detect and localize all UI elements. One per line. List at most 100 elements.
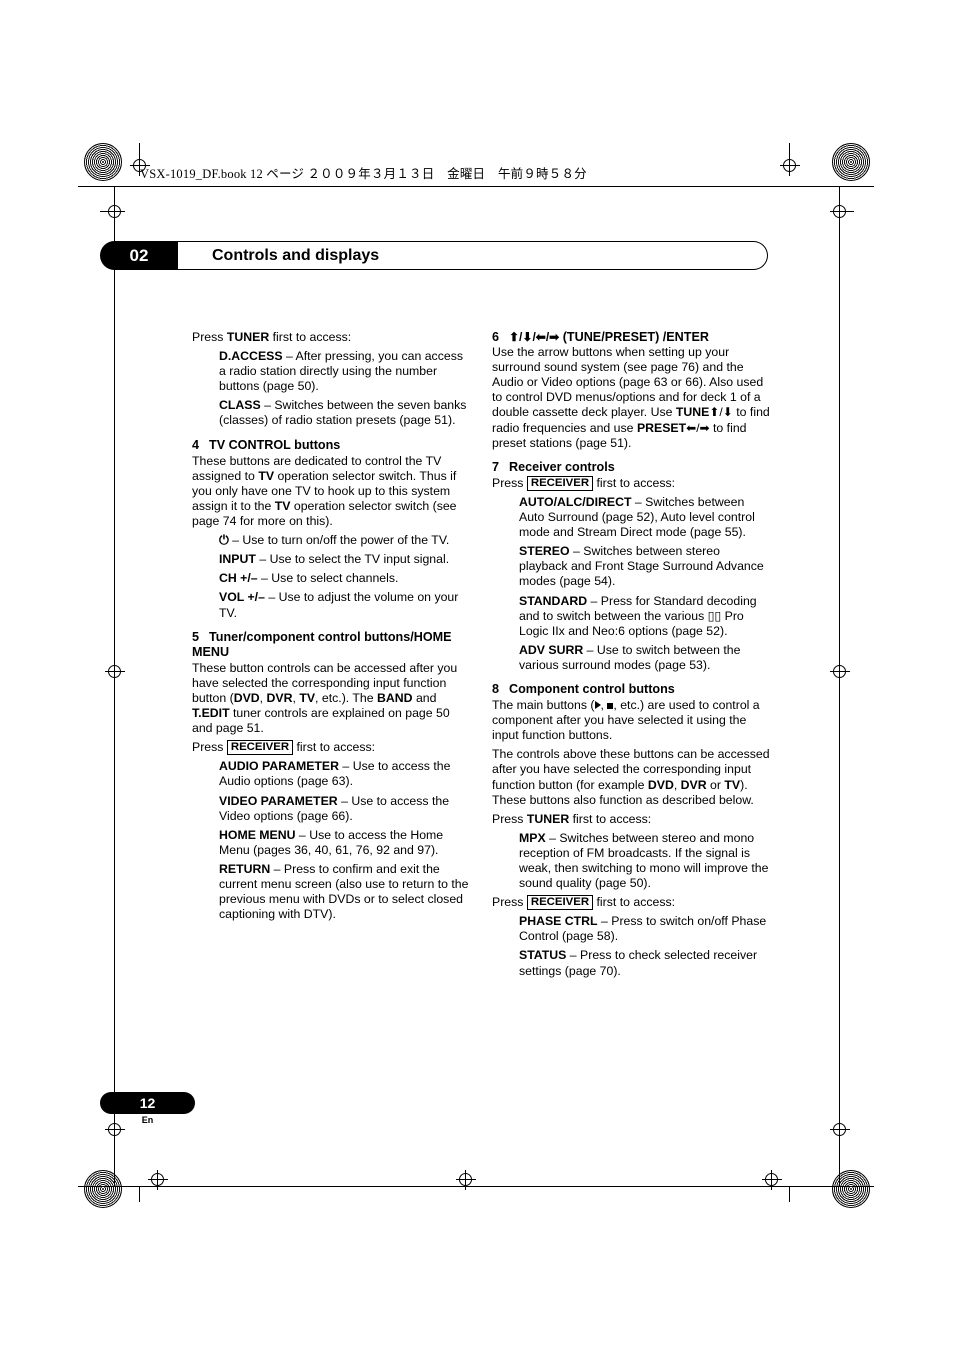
crop-crosshair-bottom-center	[456, 1170, 476, 1190]
term-phase-ctrl: PHASE CTRL	[519, 914, 598, 929]
press-pre: Press	[192, 740, 227, 755]
list-item: ADV SURR – Use to switch between the var…	[519, 643, 770, 673]
term-mpx-text: – Switches between stereo and mono recep…	[519, 830, 769, 891]
receiver-button-label: RECEIVER	[226, 740, 294, 756]
section-7-title: Receiver controls	[509, 459, 615, 474]
list-item: RETURN – Press to confirm and exit the c…	[219, 862, 472, 922]
registration-mark-bottom-right	[832, 1170, 870, 1208]
receiver-access-lead-left: Press RECEIVER first to access:	[192, 740, 472, 756]
section-5-number: 5	[192, 629, 200, 644]
term-input-text: – Use to select the TV input signal.	[255, 552, 450, 567]
crop-crosshair-upper-right	[830, 202, 850, 222]
crop-line-bottom-horiz	[78, 1186, 874, 1187]
term-stereo: STEREO	[519, 544, 570, 559]
crop-crosshair-middle-right	[830, 662, 850, 682]
press-tuner-post: first to access:	[569, 811, 652, 826]
press-pre-7: Press	[492, 475, 527, 490]
receiver-button-label-8: RECEIVER	[526, 895, 594, 911]
section-heading-8: 8 Component control buttons	[492, 682, 770, 697]
receiver-access-lead-8: Press RECEIVER first to access:	[492, 895, 770, 911]
term-audio-parameter: AUDIO PARAMETER	[219, 759, 340, 774]
lead-bold: TUNER	[226, 330, 270, 344]
list-item: D.ACCESS – After pressing, you can acces…	[219, 349, 472, 394]
list-item: ⏻ – Use to turn on/off the power of the …	[219, 533, 472, 548]
crop-crosshair-top-right	[780, 156, 800, 176]
term-video-parameter: VIDEO PARAMETER	[219, 793, 338, 808]
receiver-access-lead-7: Press RECEIVER first to access:	[492, 475, 770, 491]
lead-pre: Press	[192, 330, 227, 344]
s8-body-1: The main buttons (	[492, 698, 595, 713]
section-6-title: (TUNE/PRESET) /ENTER	[559, 330, 709, 344]
list-item: INPUT – Use to select the TV input signa…	[219, 552, 472, 567]
page-title: Controls and displays	[212, 247, 380, 264]
s5-body-2: ,	[259, 690, 267, 705]
receiver-button-label-7: RECEIVER	[526, 475, 594, 491]
registration-mark-top-left	[84, 143, 122, 181]
list-item: MPX – Switches between stereo and mono r…	[519, 831, 770, 891]
language-code: En	[141, 1115, 154, 1125]
term-mpx: MPX	[519, 830, 546, 845]
section-8-number: 8	[492, 681, 500, 696]
term-ch: CH +/–	[219, 571, 258, 586]
section-heading-7: 7 Receiver controls	[492, 460, 770, 475]
list-item: HOME MENU – Use to access the Home Menu …	[219, 828, 472, 858]
section-5-title: Tuner/component control buttons/HOME MEN…	[192, 629, 452, 659]
registration-mark-top-right	[832, 143, 870, 181]
page-number-badge: 12	[100, 1092, 195, 1114]
chapter-title-container: Controls and displays	[178, 241, 768, 270]
list-item: AUDIO PARAMETER – Use to access the Audi…	[219, 759, 472, 789]
section-7-number: 7	[492, 459, 500, 474]
press-post: first to access:	[293, 740, 376, 755]
chapter-number: 02	[100, 241, 178, 270]
list-item: CLASS – Switches between the seven banks…	[219, 398, 472, 428]
term-input: INPUT	[219, 552, 256, 567]
section-4-body: These buttons are dedicated to control t…	[192, 454, 472, 529]
list-item: STANDARD – Press for Standard decoding a…	[519, 594, 770, 639]
s4-bold-2: TV	[274, 498, 291, 513]
tuner-button-label: TUNER	[526, 811, 570, 826]
term-status: STATUS	[519, 948, 567, 963]
press-receiver-post: first to access:	[593, 895, 676, 910]
left-right-arrow-icon: ⬅/➡	[686, 420, 710, 435]
s8-body-2: ,	[600, 698, 608, 713]
list-item: CH +/– – Use to select channels.	[219, 571, 472, 586]
list-item: PHASE CTRL – Press to switch on/off Phas…	[519, 914, 770, 944]
crop-line-top-right-v	[789, 143, 790, 157]
s8-bold-dvd: DVD	[647, 777, 674, 792]
s5-bold-tv: TV	[299, 690, 316, 705]
crop-line-top-left-v	[139, 143, 140, 157]
section-heading-4: 4 TV CONTROL buttons	[192, 438, 472, 453]
s6-bold-preset: PRESET	[636, 420, 687, 435]
s8-body-6: or	[706, 777, 725, 792]
crop-line-left-top-h	[100, 211, 114, 212]
press-tuner-pre: Press	[492, 811, 527, 826]
s5-body-5: and	[412, 690, 437, 705]
s5-bold-dvr: DVR	[266, 690, 293, 705]
term-daccess: D.ACCESS	[219, 349, 283, 364]
term-ch-text: – Use to select channels.	[257, 571, 399, 586]
crop-crosshair-upper-left	[105, 202, 125, 222]
crop-line-top-horiz	[78, 186, 874, 187]
crop-line-right-top-h	[840, 211, 854, 212]
crop-crosshair-middle-left	[105, 662, 125, 682]
press-post-7: first to access:	[593, 475, 676, 490]
term-auto-alc-direct: AUTO/ALC/DIRECT	[519, 494, 632, 509]
s5-bold-dvd: DVD	[233, 690, 260, 705]
s8-bold-tv: TV	[724, 777, 741, 792]
section-5-body: These button controls can be accessed af…	[192, 661, 472, 736]
crop-crosshair-bottom-left	[148, 1170, 168, 1190]
s8-body-5: ,	[673, 777, 681, 792]
list-item: STEREO – Switches between stereo playbac…	[519, 544, 770, 589]
list-item: VIDEO PARAMETER – Use to access the Vide…	[219, 794, 472, 824]
section-8-body-1: The main buttons (, , etc.) are used to …	[492, 698, 770, 743]
list-item: STATUS – Press to check selected receive…	[519, 948, 770, 978]
s8-bold-dvr: DVR	[680, 777, 707, 792]
term-vol: VOL +/–	[219, 590, 265, 605]
s5-bold-band: BAND	[377, 690, 413, 705]
registration-mark-bottom-left	[84, 1170, 122, 1208]
s5-bold-tedit: T.EDIT	[192, 706, 230, 721]
term-adv-surr: ADV SURR	[519, 642, 584, 657]
crop-line-bottom-left-v	[139, 1186, 140, 1202]
section-8-title: Component control buttons	[509, 681, 675, 696]
s6-bold-tune: TUNE	[675, 405, 710, 420]
